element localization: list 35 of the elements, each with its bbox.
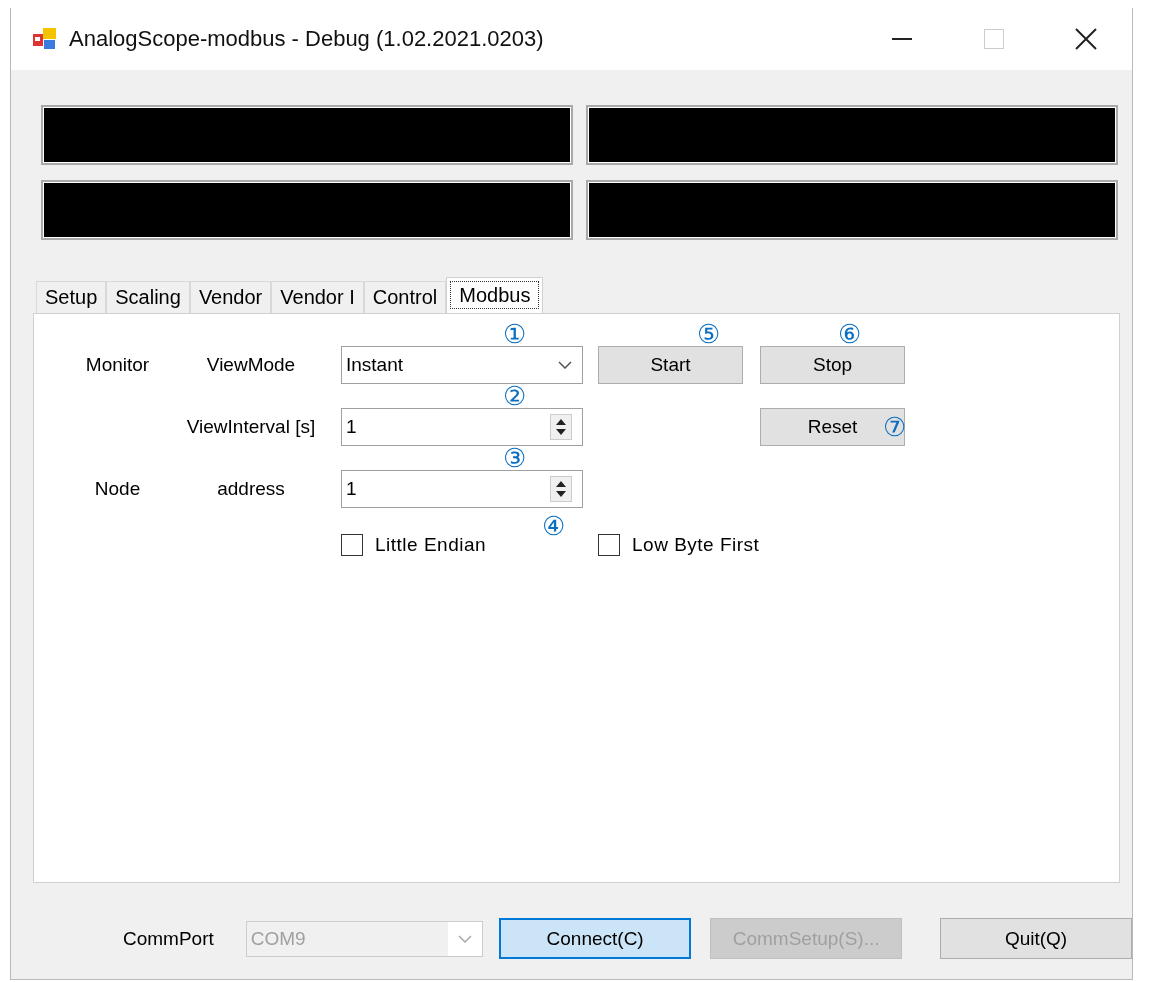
checkbox-label[interactable]: Low Byte First — [632, 534, 760, 556]
maximize-icon — [984, 29, 1004, 49]
callout-number: ② — [502, 385, 526, 407]
callout-number: ⑤ — [696, 323, 720, 345]
action-button[interactable]: Quit(Q) — [940, 918, 1132, 959]
action-button[interactable]: Stop — [760, 346, 905, 384]
field-label: ViewMode — [206, 354, 296, 376]
field-label: CommPort — [123, 927, 215, 950]
tab[interactable]: Control — [363, 281, 447, 313]
window-title: AnalogScope-modbus - Debug (1.02.2021.0203) — [69, 26, 545, 52]
section-label: Node — [94, 478, 141, 500]
tab[interactable]: Vendor — [189, 281, 272, 313]
checkbox[interactable] — [341, 534, 363, 556]
close-icon[interactable] — [1075, 28, 1097, 50]
action-button[interactable]: Connect(C) — [499, 918, 692, 959]
field-label: ViewInterval [s] — [186, 416, 316, 438]
app-icon — [33, 28, 57, 50]
number-spinner[interactable]: 1 — [341, 408, 583, 446]
callout-number: ③ — [502, 447, 526, 469]
chevron-down-icon[interactable] — [558, 361, 572, 369]
tab[interactable]: Scaling — [106, 281, 190, 313]
dropdown-field[interactable]: Instant — [341, 346, 583, 384]
callout-number: ④ — [541, 515, 565, 537]
tab[interactable]: Setup — [36, 281, 107, 313]
checkbox-label[interactable]: Little Endian — [375, 534, 487, 556]
checkbox[interactable] — [598, 534, 620, 556]
tab[interactable]: Modbus — [446, 277, 544, 313]
action-button[interactable]: Start — [598, 346, 743, 384]
section-label: Monitor — [85, 354, 150, 376]
number-spinner[interactable]: 1 — [341, 470, 583, 508]
callout-number: ⑥ — [837, 323, 861, 345]
tab[interactable]: Vendor I — [271, 281, 364, 313]
callout-number: ⑦ — [882, 416, 906, 438]
field-label: address — [217, 478, 285, 500]
callout-number: ① — [502, 323, 526, 345]
